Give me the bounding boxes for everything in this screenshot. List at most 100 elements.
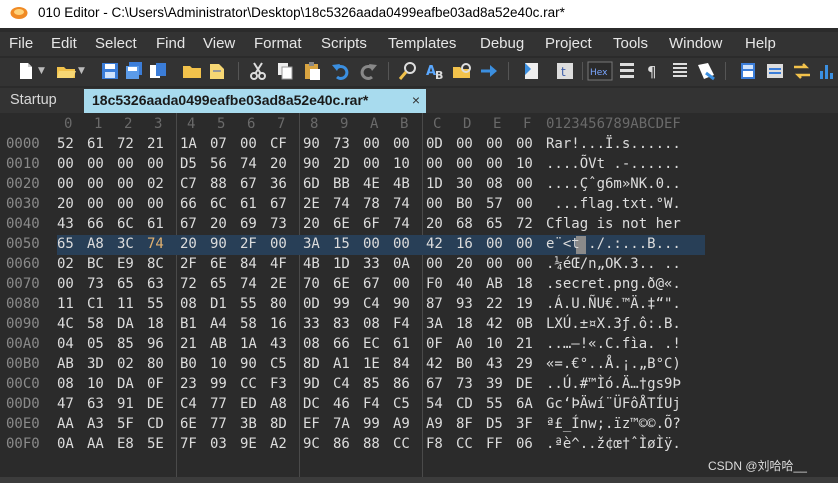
hex-byte[interactable]: 7F	[180, 436, 197, 452]
hex-byte[interactable]: 43	[486, 356, 503, 372]
menu-project[interactable]: Project	[545, 35, 592, 52]
hex-byte[interactable]: 00	[456, 156, 473, 172]
hex-byte[interactable]: 00	[87, 156, 104, 172]
menu-window[interactable]: Window	[669, 35, 722, 52]
hex-byte[interactable]: 90	[240, 356, 257, 372]
hex-byte[interactable]: 2E	[270, 276, 287, 292]
hex-byte[interactable]: 40	[456, 276, 473, 292]
menu-tools[interactable]: Tools	[613, 35, 648, 52]
hex-byte[interactable]: 00	[363, 156, 380, 172]
hex-byte[interactable]: CC	[240, 376, 257, 392]
hex-byte[interactable]: 02	[57, 256, 74, 272]
hex-byte[interactable]: 63	[147, 276, 164, 292]
hex-byte[interactable]: 00	[393, 236, 410, 252]
hex-byte[interactable]: 67	[270, 196, 287, 212]
ascii-row[interactable]: ..Ú.#™Ìó.Ä…†gs9Þ	[546, 376, 681, 392]
hex-byte[interactable]: 00	[486, 256, 503, 272]
tab-close-icon[interactable]: ×	[412, 92, 420, 108]
hex-byte[interactable]: 5E	[147, 436, 164, 452]
hex-byte[interactable]: 00	[147, 196, 164, 212]
hex-byte[interactable]: 08	[57, 376, 74, 392]
menu-file[interactable]: File	[9, 35, 33, 52]
hex-byte[interactable]: 2D	[333, 156, 350, 172]
hex-byte[interactable]: 7A	[333, 416, 350, 432]
hex-byte[interactable]: 1D	[333, 256, 350, 272]
hex-byte[interactable]: 10	[486, 336, 503, 352]
hex-byte[interactable]: 74	[240, 156, 257, 172]
hex-byte[interactable]: 93	[456, 296, 473, 312]
hex-byte[interactable]: 80	[147, 356, 164, 372]
ascii-row[interactable]: .¼éŒ/n„OK.3.. ..	[546, 256, 681, 272]
hex-byte[interactable]: 6F	[363, 216, 380, 232]
hex-byte[interactable]: D5	[180, 156, 197, 172]
hex-byte[interactable]: 6C	[210, 196, 227, 212]
hex-byte[interactable]: 4F	[270, 256, 287, 272]
hex-byte[interactable]: 20	[303, 216, 320, 232]
menu-templates[interactable]: Templates	[388, 35, 456, 52]
hex-byte[interactable]: 22	[486, 296, 503, 312]
find-in-files-icon[interactable]	[452, 61, 472, 81]
hex-byte[interactable]: 84	[393, 356, 410, 372]
hex-byte[interactable]: 54	[426, 396, 443, 412]
ascii-row[interactable]: .ªè^..ž¢œ†ˆÌøÌÿ.	[546, 436, 681, 452]
hex-byte[interactable]: 74	[393, 196, 410, 212]
hex-byte[interactable]: A1	[333, 356, 350, 372]
ascii-row[interactable]: Gc‘ÞÄwí¨ÜFôÅTÍUj	[546, 396, 681, 412]
hex-byte[interactable]: 85	[117, 336, 134, 352]
base-converter-icon[interactable]	[765, 61, 785, 81]
hex-byte[interactable]: 00	[426, 196, 443, 212]
hex-byte[interactable]: 0F	[426, 336, 443, 352]
hex-byte[interactable]: 00	[57, 156, 74, 172]
hex-byte[interactable]: AA	[87, 436, 104, 452]
hex-byte[interactable]: 9E	[240, 436, 257, 452]
hex-byte[interactable]: A9	[426, 416, 443, 432]
hex-byte[interactable]: B1	[180, 316, 197, 332]
hex-byte[interactable]: 91	[117, 396, 134, 412]
hex-byte[interactable]: 6A	[516, 396, 533, 412]
hex-byte[interactable]: 63	[87, 396, 104, 412]
hex-byte[interactable]: 20	[210, 216, 227, 232]
hex-byte[interactable]: 02	[117, 356, 134, 372]
hex-byte[interactable]: 20	[426, 216, 443, 232]
undo-icon[interactable]	[331, 61, 351, 81]
hex-byte[interactable]: 00	[363, 136, 380, 152]
bookmark-icon[interactable]	[521, 61, 541, 81]
hex-byte[interactable]: 23	[180, 376, 197, 392]
hex-byte[interactable]: 08	[363, 316, 380, 332]
calculator-icon[interactable]	[738, 61, 758, 81]
hex-byte[interactable]: 1E	[363, 356, 380, 372]
hex-byte[interactable]: 08	[180, 296, 197, 312]
hex-byte[interactable]: 67	[426, 376, 443, 392]
hex-byte[interactable]: 00	[486, 236, 503, 252]
hex-byte[interactable]: 00	[117, 196, 134, 212]
cut-icon[interactable]	[248, 61, 268, 81]
hex-byte[interactable]: 0F	[147, 376, 164, 392]
hex-byte[interactable]: 21	[147, 136, 164, 152]
hex-byte[interactable]: 56	[210, 156, 227, 172]
hex-byte[interactable]: B0	[456, 356, 473, 372]
hex-byte[interactable]: 07	[210, 136, 227, 152]
hex-byte[interactable]: 99	[363, 416, 380, 432]
highlight-icon[interactable]	[696, 61, 716, 81]
hex-byte[interactable]: 61	[393, 336, 410, 352]
hex-byte[interactable]: 00	[363, 236, 380, 252]
paste-icon[interactable]	[302, 61, 322, 81]
hex-byte[interactable]: 4B	[393, 176, 410, 192]
ascii-row[interactable]: .Á.U.ÑU€.™Ä.‡“".	[546, 296, 681, 312]
hex-byte[interactable]: 00	[426, 256, 443, 272]
hex-byte[interactable]: 74	[393, 216, 410, 232]
hex-byte[interactable]: 3F	[516, 416, 533, 432]
hex-byte[interactable]: 00	[57, 276, 74, 292]
hex-byte[interactable]: B0	[180, 356, 197, 372]
hex-byte[interactable]: 84	[240, 256, 257, 272]
text-mode-icon[interactable]: t	[555, 61, 575, 81]
hex-byte[interactable]: 10	[516, 156, 533, 172]
hex-byte[interactable]: 4B	[303, 256, 320, 272]
hex-byte[interactable]: 00	[516, 136, 533, 152]
hex-byte[interactable]: 6E	[333, 216, 350, 232]
ascii-row[interactable]: ...flag.txt.°W.	[546, 196, 680, 212]
hex-byte[interactable]: D1	[210, 296, 227, 312]
hex-byte[interactable]: 5F	[117, 416, 134, 432]
hex-byte[interactable]: 11	[57, 296, 74, 312]
hex-byte[interactable]: 00	[240, 136, 257, 152]
